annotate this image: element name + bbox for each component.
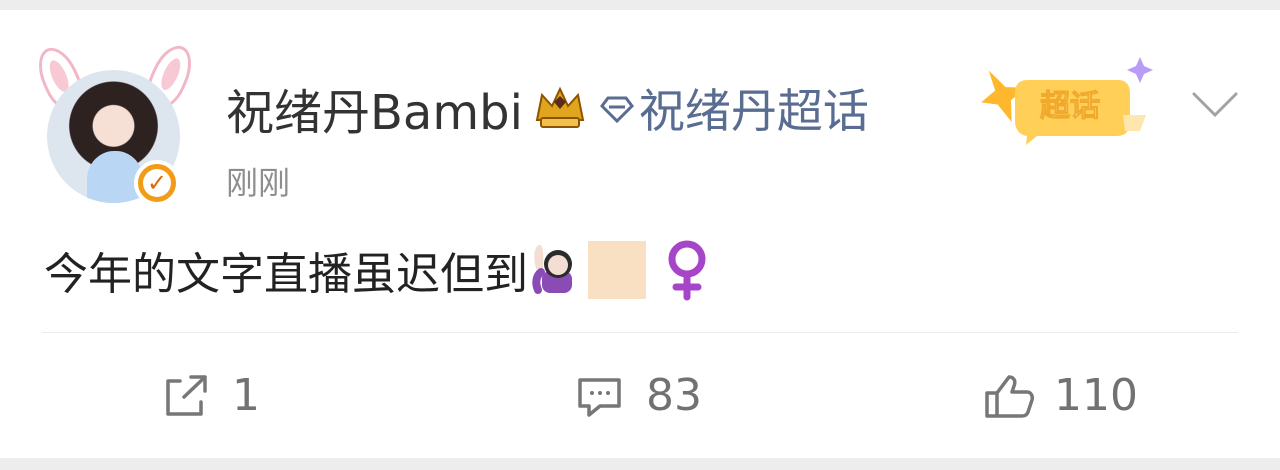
like-count: 110: [1054, 370, 1138, 421]
comment-icon: [578, 378, 621, 417]
super-topic-link[interactable]: 祝绪丹超话: [639, 75, 869, 141]
post-text: 今年的文字直播虽迟但到: [44, 249, 528, 300]
chevron-down-icon[interactable]: [1190, 88, 1240, 122]
female-symbol-icon: [668, 240, 706, 301]
super-topic-text: 超话: [1040, 89, 1100, 124]
repost-icon: [166, 375, 207, 416]
thumbs-up-icon: [985, 375, 1034, 418]
post-header: 祝绪丹Bambi 祝绪丹超话: [226, 72, 869, 144]
watermark: [1060, 443, 1280, 469]
verified-badge-icon: ✓: [134, 160, 180, 206]
post-timestamp: 刚刚: [226, 164, 291, 202]
skin-tone-block: [588, 241, 646, 299]
repost-button[interactable]: 1: [160, 368, 260, 424]
repost-count: 1: [232, 370, 260, 421]
crown-icon: [535, 86, 585, 128]
comment-count: 83: [646, 370, 702, 421]
super-topic-badge[interactable]: 超话: [980, 50, 1155, 145]
divider: [42, 332, 1238, 333]
weibo-post-card: ✓ 祝绪丹Bambi 祝绪丹超话 超话 刚刚 今年的文字直播虽迟但到 1 83 …: [0, 10, 1280, 458]
diamond-icon: [599, 96, 634, 124]
post-content: 今年的文字直播虽迟但到: [44, 238, 710, 302]
comment-button[interactable]: 83: [574, 368, 702, 424]
username[interactable]: 祝绪丹Bambi: [226, 73, 523, 143]
woman-raising-hand-icon: [532, 244, 572, 294]
like-button[interactable]: 110: [982, 368, 1138, 424]
user-avatar[interactable]: ✓: [30, 39, 210, 215]
